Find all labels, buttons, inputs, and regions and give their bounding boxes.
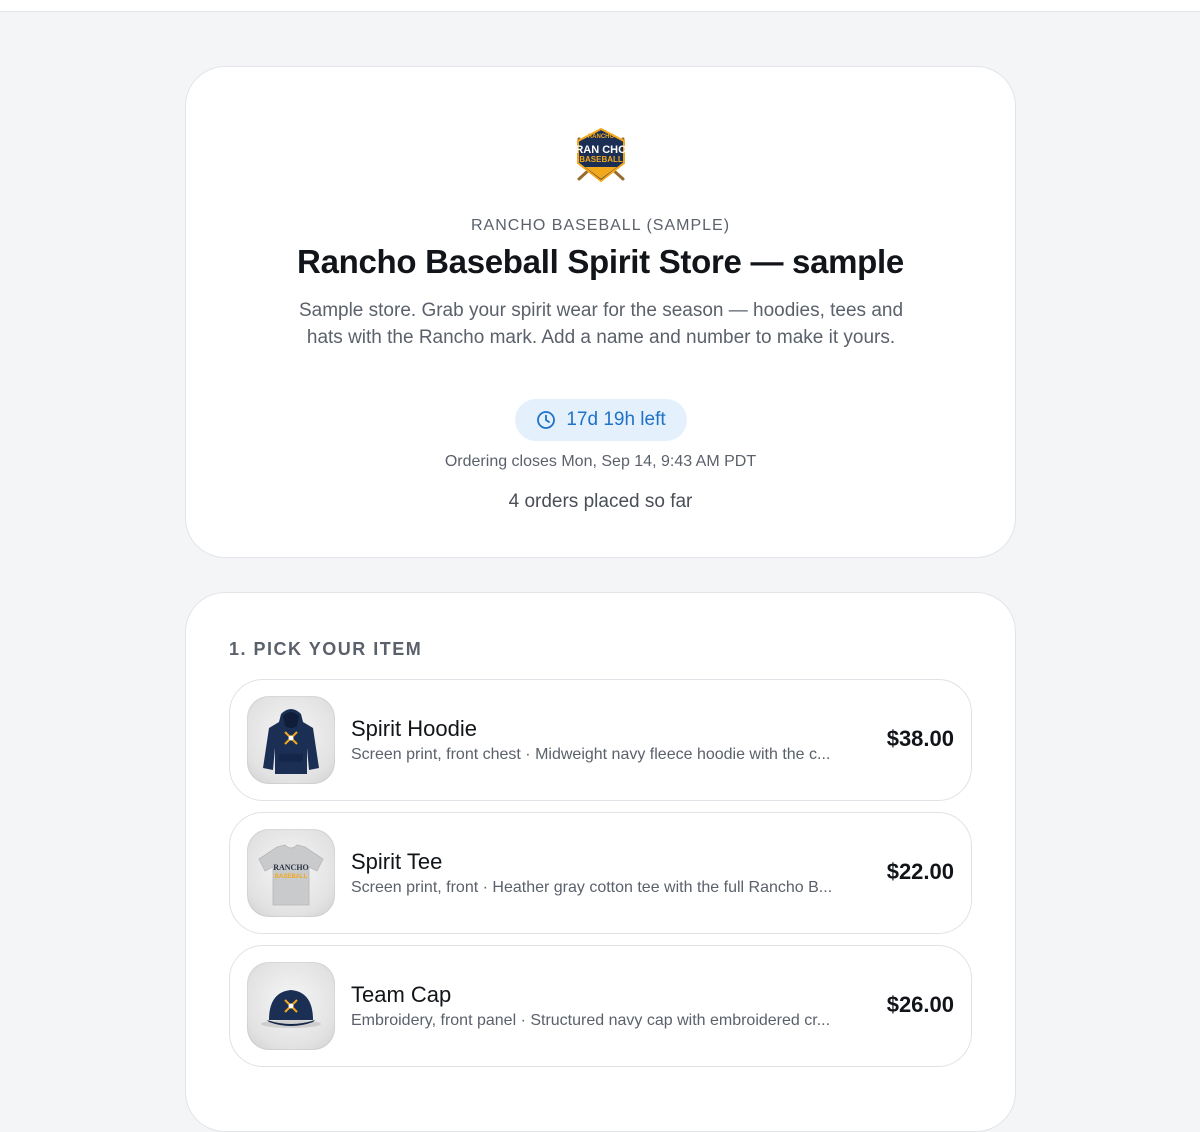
ordering-closes-text: Ordering closes Mon, Sep 14, 9:43 AM PDT bbox=[444, 453, 757, 470]
page-title: Rancho Baseball Spirit Store — sample bbox=[297, 243, 904, 280]
tee-image: RANCHO BASEBALL bbox=[247, 829, 335, 917]
orders-count-text: 4 orders placed so far bbox=[508, 491, 693, 512]
item-description: Screen print, front · Heather gray cotto… bbox=[351, 879, 833, 896]
svg-text:BASEBALL: BASEBALL bbox=[579, 155, 623, 164]
item-option-spirit-tee[interactable]: RANCHO BASEBALL Spirit Tee Screen print,… bbox=[229, 812, 972, 934]
countdown-badge: 17d 19h left bbox=[515, 399, 687, 441]
item-price: $22.00 bbox=[886, 859, 954, 884]
rancho-baseball-logo: RANCHO RAN CHO BASEBALL bbox=[571, 127, 631, 183]
section-title: 1. PICK YOUR ITEM bbox=[229, 639, 423, 659]
item-description: Screen print, front chest · Midweight na… bbox=[351, 746, 831, 763]
item-price: $38.00 bbox=[886, 726, 954, 751]
item-name: Spirit Hoodie bbox=[351, 716, 477, 741]
clock-icon bbox=[536, 410, 556, 430]
top-bar bbox=[0, 0, 1200, 12]
svg-text:BASEBALL: BASEBALL bbox=[275, 874, 308, 880]
item-picker-card: 1. PICK YOUR ITEM Spirit Hoodie Screen p… bbox=[185, 592, 1016, 1132]
countdown-text: 17d 19h left bbox=[566, 409, 666, 430]
cap-image bbox=[247, 962, 335, 1050]
svg-text:RANCHO: RANCHO bbox=[273, 863, 309, 872]
item-description: Embroidery, front panel · Structured nav… bbox=[351, 1012, 831, 1029]
item-name: Spirit Tee bbox=[351, 849, 443, 874]
svg-text:RANCHO: RANCHO bbox=[588, 134, 615, 140]
org-name: RANCHO BASEBALL (SAMPLE) bbox=[470, 217, 731, 234]
item-name: Team Cap bbox=[351, 982, 452, 1007]
item-option-team-cap[interactable]: Team Cap Embroidery, front panel · Struc… bbox=[229, 945, 972, 1067]
item-option-spirit-hoodie[interactable]: Spirit Hoodie Screen print, front chest … bbox=[229, 679, 972, 801]
store-description: Sample store. Grab your spirit wear for … bbox=[298, 300, 904, 348]
item-price: $26.00 bbox=[886, 992, 954, 1017]
hoodie-image bbox=[247, 696, 335, 784]
store-header-card: RANCHO RAN CHO BASEBALL RANCHO BASEBALL … bbox=[185, 66, 1016, 558]
